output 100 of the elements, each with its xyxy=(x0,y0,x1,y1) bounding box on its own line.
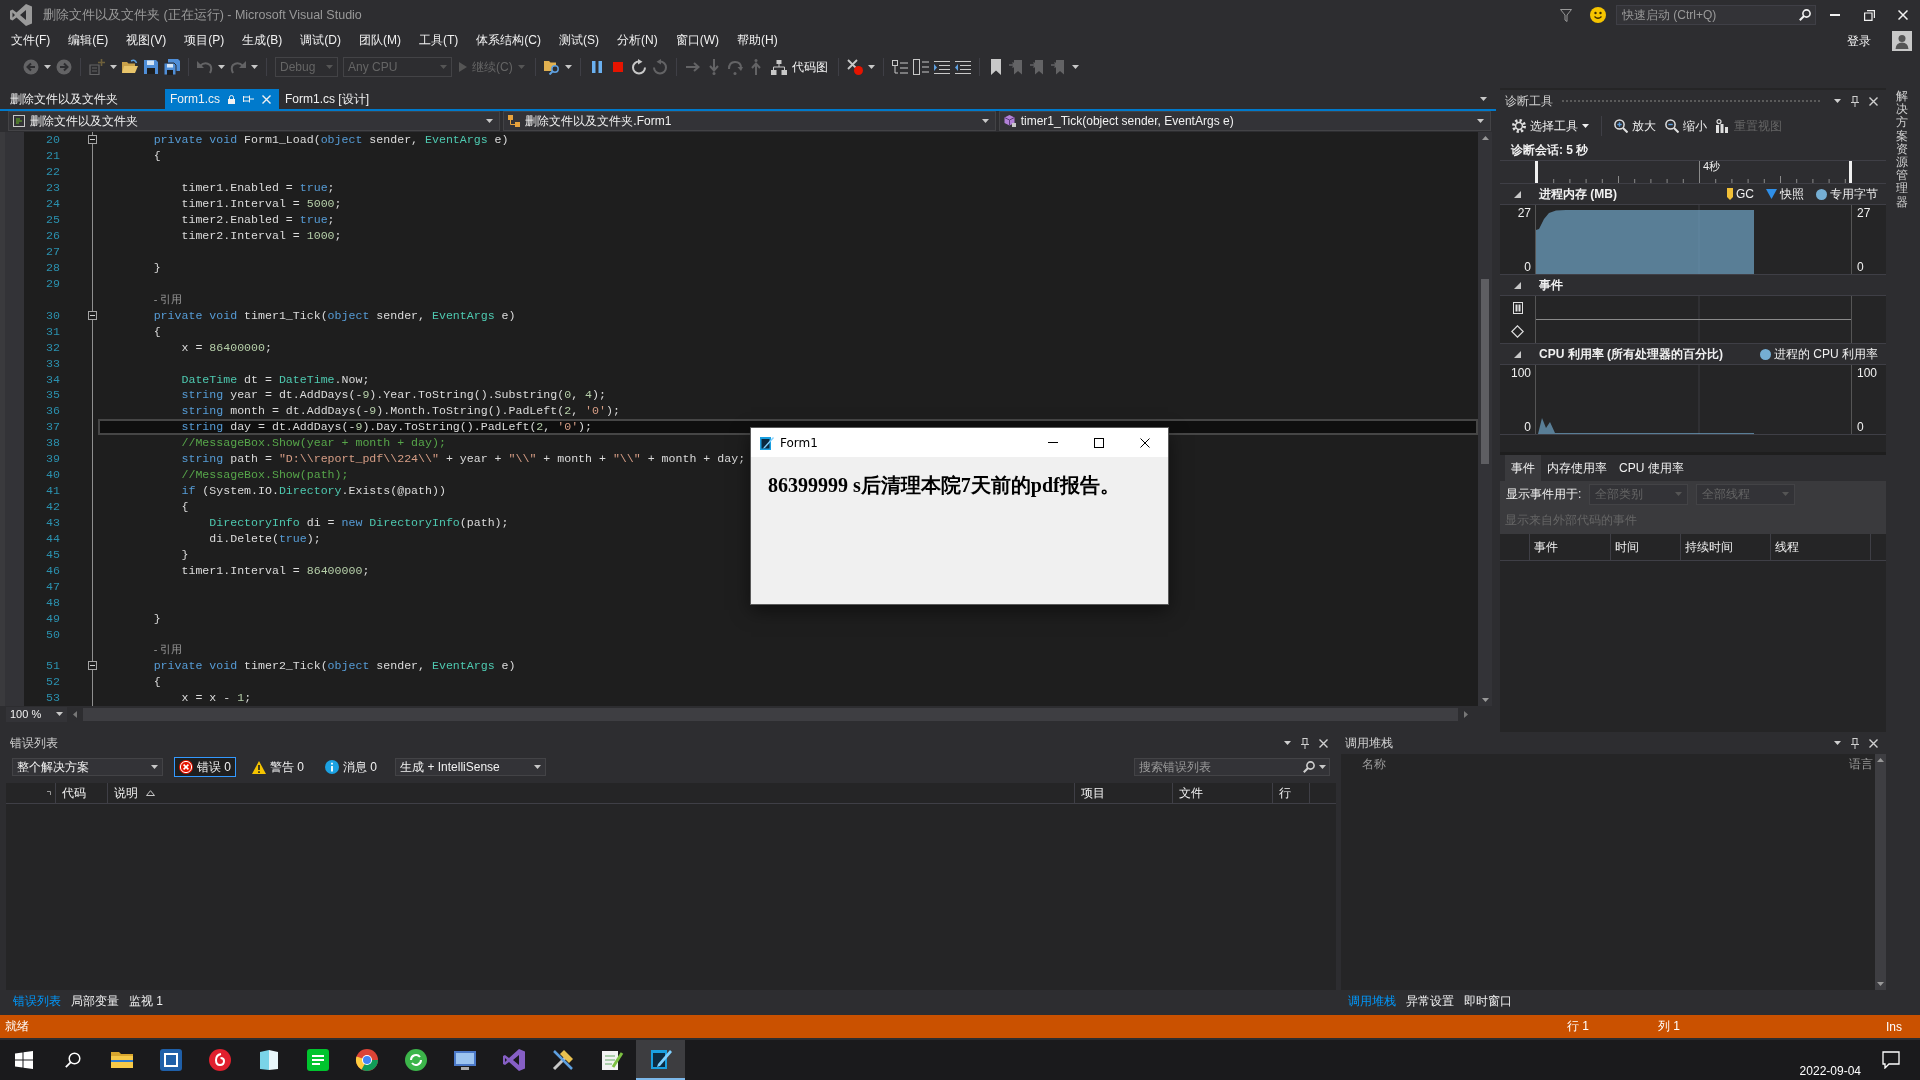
menu-item[interactable]: 体系结构(C) xyxy=(467,31,550,51)
account-icon[interactable] xyxy=(1892,31,1912,51)
notification-icon[interactable] xyxy=(1882,1051,1900,1069)
maximize-icon[interactable] xyxy=(1094,437,1104,448)
collapse-icon[interactable] xyxy=(87,310,97,320)
column-header[interactable]: 项目 xyxy=(1081,784,1105,802)
filter-toggle-button[interactable]: 错误 0 xyxy=(174,757,236,777)
scroll-down-icon[interactable] xyxy=(1481,698,1489,702)
pin-icon[interactable] xyxy=(1301,737,1309,749)
dropdown-arrow-icon[interactable] xyxy=(1284,741,1291,745)
dropdown-arrow-icon[interactable] xyxy=(251,65,258,69)
scroll-up-icon[interactable] xyxy=(1877,758,1884,762)
smiley-icon[interactable] xyxy=(1590,7,1606,23)
indent-lines-icon[interactable] xyxy=(933,59,950,75)
panel-list-icon[interactable] xyxy=(912,59,929,75)
close-icon[interactable] xyxy=(1140,437,1150,448)
pin-icon[interactable] xyxy=(1851,737,1859,749)
column-header[interactable]: 时间 xyxy=(1615,538,1639,556)
dropdown-arrow-icon[interactable] xyxy=(44,65,51,69)
restore-icon[interactable] xyxy=(1863,9,1875,21)
menu-item[interactable]: 文件(F) xyxy=(2,31,60,51)
diagnostics-tool-button[interactable]: 放大 xyxy=(1614,117,1656,135)
panel-tab[interactable]: 局部变量 xyxy=(66,990,124,1012)
collapse-icon[interactable] xyxy=(87,135,97,145)
expander-icon[interactable] xyxy=(1514,350,1521,358)
open-folder-icon[interactable] xyxy=(122,59,138,75)
dropdown-arrow-icon[interactable] xyxy=(867,65,875,69)
column-header[interactable]: 线程 xyxy=(1775,538,1799,556)
pin-icon[interactable] xyxy=(1851,95,1859,107)
windows-start-icon[interactable] xyxy=(15,1051,33,1069)
dropdown-arrow-icon[interactable] xyxy=(534,765,542,769)
menu-item[interactable]: 帮助(H) xyxy=(728,31,787,51)
filter-toggle-button[interactable]: 警告 0 xyxy=(247,757,310,777)
dropdown-arrow-icon[interactable] xyxy=(110,65,117,69)
dropdown-arrow-icon[interactable] xyxy=(1071,65,1079,69)
diagnostics-tab[interactable]: 内存使用率 xyxy=(1541,455,1613,481)
panel-tab[interactable]: 错误列表 xyxy=(8,990,66,1012)
codelens-link[interactable]: - 引用 xyxy=(153,291,183,307)
expander-icon[interactable] xyxy=(1514,281,1521,289)
panel-tab[interactable]: 即时窗口 xyxy=(1459,990,1517,1012)
scroll-left-icon[interactable] xyxy=(73,710,77,718)
range-handle[interactable] xyxy=(1849,161,1852,183)
dropdown-arrow-icon[interactable] xyxy=(486,119,494,123)
expander-icon[interactable] xyxy=(1514,190,1521,198)
dropdown-arrow-icon[interactable] xyxy=(1319,765,1326,769)
dropdown-arrow-icon[interactable] xyxy=(1834,741,1841,745)
scroll-right-icon[interactable] xyxy=(1464,710,1468,718)
range-handle[interactable] xyxy=(1535,161,1538,183)
scrollbar-thumb[interactable] xyxy=(1481,279,1489,464)
document-tab[interactable]: 删除文件以及文件夹 xyxy=(4,89,165,109)
scope-combo[interactable]: 整个解决方案 xyxy=(12,758,163,776)
dropdown-arrow-icon[interactable] xyxy=(981,119,989,123)
outdent-lines-icon[interactable] xyxy=(954,59,971,75)
filter-icon[interactable] xyxy=(1560,8,1572,22)
menu-item[interactable]: 编辑(E) xyxy=(59,31,118,51)
menu-item[interactable]: 窗口(W) xyxy=(666,31,728,51)
diagnostics-tool-button[interactable]: 缩小 xyxy=(1665,117,1707,135)
column-header[interactable]: 名称 xyxy=(1362,755,1386,773)
search-icon[interactable] xyxy=(1799,9,1811,21)
vertical-scrollbar[interactable] xyxy=(1875,754,1886,990)
column-header[interactable]: 文件 xyxy=(1179,784,1203,802)
diagnostics-tab[interactable]: CPU 使用率 xyxy=(1613,455,1690,481)
column-header[interactable]: 事件 xyxy=(1534,538,1558,556)
document-tab[interactable]: Form1.cs [设计] xyxy=(279,89,417,109)
search-field[interactable]: 搜索错误列表 xyxy=(1134,758,1330,776)
scroll-down-icon[interactable] xyxy=(1877,982,1884,986)
dropdown-arrow-icon[interactable] xyxy=(218,65,225,69)
sign-in-link[interactable]: 登录 xyxy=(1847,32,1871,50)
navigation-combo[interactable]: timer1_Tick(object sender, EventArgs e) xyxy=(998,111,1491,131)
dropdown-arrow-icon[interactable] xyxy=(1834,99,1841,103)
horizontal-scrollbar[interactable] xyxy=(83,707,1458,721)
panel-tab[interactable]: 异常设置 xyxy=(1401,990,1459,1012)
diagnostics-tab[interactable]: 事件 xyxy=(1505,455,1541,481)
filter-toggle-button[interactable]: 消息 0 xyxy=(320,757,383,777)
quick-launch-field[interactable]: 快速启动 (Ctrl+Q) xyxy=(1616,5,1816,25)
list-icon[interactable] xyxy=(891,59,908,75)
code-map-button[interactable]: 代码图 xyxy=(768,58,830,76)
menu-item[interactable]: 项目(P) xyxy=(175,31,234,51)
column-header[interactable]: 语言 xyxy=(1849,755,1873,773)
dropdown-arrow-icon[interactable] xyxy=(1477,119,1484,123)
column-header[interactable]: 行 xyxy=(1279,784,1291,802)
panel-tab[interactable]: 调用堆栈 xyxy=(1343,990,1401,1012)
folder-search-icon[interactable] xyxy=(543,59,560,75)
menu-item[interactable]: 测试(S) xyxy=(550,31,608,51)
side-tab[interactable]: 解决方案资源管理器 xyxy=(1896,90,1908,209)
save-all-icon[interactable] xyxy=(164,59,180,75)
collapse-icon[interactable] xyxy=(87,661,97,671)
menu-item[interactable]: 生成(B) xyxy=(233,31,292,51)
menu-item[interactable]: 分析(N) xyxy=(608,31,667,51)
restart-icon[interactable] xyxy=(630,59,647,75)
breakpoint-icon[interactable] xyxy=(846,59,863,75)
vertical-scrollbar[interactable] xyxy=(1478,132,1492,706)
search-icon[interactable] xyxy=(1303,761,1315,773)
column-header[interactable]: 说明 xyxy=(114,784,138,802)
source-combo[interactable]: 生成 + IntelliSense xyxy=(395,758,547,776)
dropdown-arrow-icon[interactable] xyxy=(56,712,63,716)
codelens-link[interactable]: - 引用 xyxy=(153,642,183,658)
dropdown-arrow-icon[interactable] xyxy=(1480,97,1487,101)
panel-tab[interactable]: 监视 1 xyxy=(124,990,168,1012)
taskbar-button[interactable] xyxy=(636,1040,685,1080)
